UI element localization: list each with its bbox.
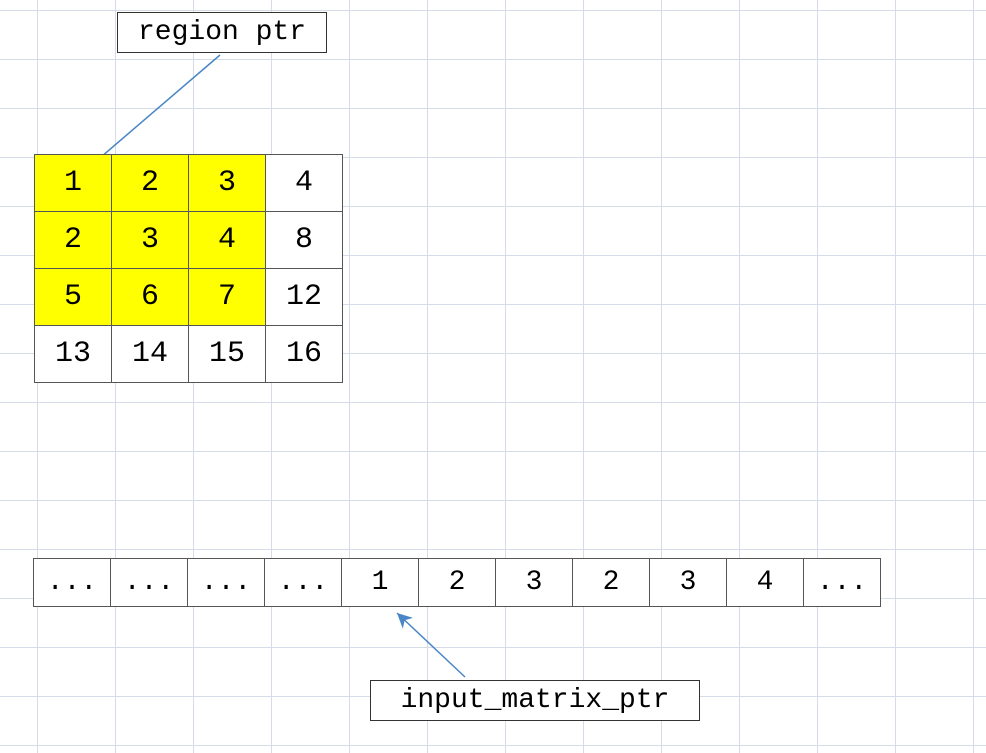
matrix-cell: 4 bbox=[265, 154, 343, 212]
input-matrix-ptr-label: input_matrix_ptr bbox=[370, 680, 700, 721]
buffer-cell: ... bbox=[187, 558, 265, 607]
buffer-cell: ... bbox=[803, 558, 881, 607]
buffer-cell: 2 bbox=[418, 558, 496, 607]
matrix-cell: 8 bbox=[265, 211, 343, 269]
matrix-cell: 2 bbox=[34, 211, 112, 269]
matrix-cell: 3 bbox=[111, 211, 189, 269]
matrix-cell: 12 bbox=[265, 268, 343, 326]
matrix-cell: 16 bbox=[265, 325, 343, 383]
buffer-cell: 3 bbox=[649, 558, 727, 607]
matrix-cell: 7 bbox=[188, 268, 266, 326]
buffer-cell: 3 bbox=[495, 558, 573, 607]
matrix-grid: 1 2 3 4 2 3 4 8 5 6 7 12 13 14 15 16 bbox=[35, 155, 343, 383]
matrix-cell: 14 bbox=[111, 325, 189, 383]
matrix-row: 1 2 3 4 bbox=[35, 155, 343, 212]
matrix-row: 13 14 15 16 bbox=[35, 326, 343, 383]
matrix-cell: 2 bbox=[111, 154, 189, 212]
matrix-cell: 1 bbox=[34, 154, 112, 212]
matrix-cell: 15 bbox=[188, 325, 266, 383]
buffer-cell: ... bbox=[33, 558, 111, 607]
matrix-cell: 4 bbox=[188, 211, 266, 269]
buffer-row: ... ... ... ... 1 2 3 2 3 4 ... bbox=[34, 558, 881, 607]
buffer-cell: 1 bbox=[341, 558, 419, 607]
buffer-cell: 4 bbox=[726, 558, 804, 607]
matrix-cell: 5 bbox=[34, 268, 112, 326]
buffer-cell: ... bbox=[110, 558, 188, 607]
matrix-row: 5 6 7 12 bbox=[35, 269, 343, 326]
buffer-cell: ... bbox=[264, 558, 342, 607]
matrix-row: 2 3 4 8 bbox=[35, 212, 343, 269]
matrix-cell: 13 bbox=[34, 325, 112, 383]
region-ptr-label: region ptr bbox=[117, 12, 327, 53]
matrix-cell: 6 bbox=[111, 268, 189, 326]
matrix-cell: 3 bbox=[188, 154, 266, 212]
buffer-cell: 2 bbox=[572, 558, 650, 607]
